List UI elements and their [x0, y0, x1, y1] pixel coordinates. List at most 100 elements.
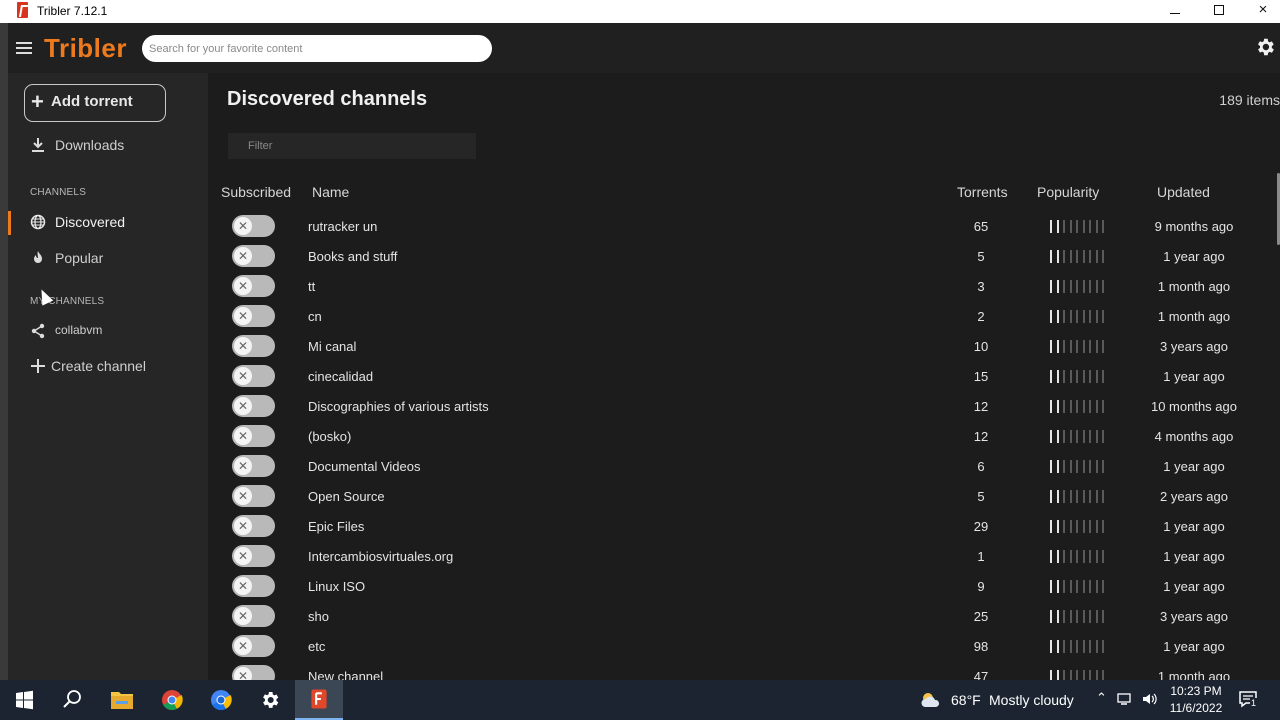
- add-torrent-button[interactable]: + Add torrent: [24, 84, 166, 122]
- maximize-button[interactable]: [1196, 0, 1242, 23]
- channel-name[interactable]: etc: [308, 639, 325, 654]
- table-row[interactable]: ✕ Books and stuff 5 1 year ago: [208, 242, 1278, 272]
- popularity-bar: [1050, 430, 1110, 444]
- channel-name[interactable]: Documental Videos: [308, 459, 421, 474]
- updated-time: 1 year ago: [1163, 639, 1225, 654]
- table-row[interactable]: ✕ Epic Files 29 1 year ago: [208, 512, 1278, 542]
- table-row[interactable]: ✕ Intercambiosvirtuales.org 1 1 year ago: [208, 542, 1278, 572]
- x-icon: ✕: [234, 517, 252, 535]
- column-header-torrents[interactable]: Torrents: [957, 184, 1008, 200]
- file-explorer-icon[interactable]: [98, 680, 146, 720]
- subscribe-toggle[interactable]: ✕: [232, 515, 275, 537]
- settings-gear-icon[interactable]: [246, 680, 294, 720]
- sidebar-item-label: Create channel: [51, 358, 146, 374]
- column-header-name[interactable]: Name: [312, 184, 349, 200]
- subscribe-toggle[interactable]: ✕: [232, 575, 275, 597]
- channel-name[interactable]: Mi canal: [308, 339, 356, 354]
- table-row[interactable]: ✕ cinecalidad 15 1 year ago: [208, 362, 1278, 392]
- channel-name[interactable]: cn: [308, 309, 322, 324]
- table-row[interactable]: ✕ cn 2 1 month ago: [208, 302, 1278, 332]
- chevron-up-icon[interactable]: ⌃: [1096, 690, 1107, 706]
- windows-start-icon[interactable]: [0, 680, 48, 720]
- plus-icon: [31, 359, 45, 373]
- subscribe-toggle[interactable]: ✕: [232, 635, 275, 657]
- window-titlebar: Tribler 7.12.1 ×: [0, 0, 1280, 23]
- torrent-count: 12: [973, 399, 989, 414]
- subscribe-toggle[interactable]: ✕: [232, 335, 275, 357]
- channel-name[interactable]: sho: [308, 609, 329, 624]
- torrent-count: 65: [973, 219, 989, 234]
- volume-icon[interactable]: [1141, 692, 1157, 706]
- x-icon: ✕: [234, 577, 252, 595]
- table-row[interactable]: ✕ Discographies of various artists 12 10 mo…: [208, 392, 1278, 422]
- channel-name[interactable]: Epic Files: [308, 519, 364, 534]
- column-header-popularity[interactable]: Popularity: [1037, 184, 1099, 200]
- channel-name[interactable]: Intercambiosvirtuales.org: [308, 549, 453, 564]
- search-input[interactable]: [142, 35, 492, 62]
- chrome-icon[interactable]: [197, 680, 245, 720]
- subscribe-toggle[interactable]: ✕: [232, 215, 275, 237]
- channel-name[interactable]: Discographies of various artists: [308, 399, 489, 414]
- hamburger-icon[interactable]: [16, 42, 32, 54]
- sidebar-item-label: Downloads: [55, 137, 125, 153]
- torrent-count: 3: [977, 279, 985, 294]
- table-row[interactable]: ✕ sho 25 3 years ago: [208, 602, 1278, 632]
- table-row[interactable]: ✕ tt 3 1 month ago: [208, 272, 1278, 302]
- table-row[interactable]: ✕ Mi canal 10 3 years ago: [208, 332, 1278, 362]
- channel-name[interactable]: Books and stuff: [308, 249, 397, 264]
- subscribe-toggle[interactable]: ✕: [232, 245, 275, 267]
- subscribe-toggle[interactable]: ✕: [232, 365, 275, 387]
- popularity-bar: [1050, 310, 1110, 324]
- filter-input[interactable]: [228, 133, 476, 159]
- subscribe-toggle[interactable]: ✕: [232, 455, 275, 477]
- subscribe-toggle[interactable]: ✕: [232, 485, 275, 507]
- channel-name[interactable]: Open Source: [308, 489, 385, 504]
- network-icon[interactable]: [1117, 692, 1133, 706]
- table-row[interactable]: ✕ Linux ISO 9 1 year ago: [208, 572, 1278, 602]
- share-icon: [31, 323, 45, 339]
- channel-name[interactable]: (bosko): [308, 429, 351, 444]
- minimize-button[interactable]: [1152, 0, 1198, 23]
- x-icon: ✕: [234, 397, 252, 415]
- subscribe-toggle[interactable]: ✕: [232, 395, 275, 417]
- channel-name[interactable]: rutracker un: [308, 219, 377, 234]
- tribler-taskbar-icon[interactable]: [295, 680, 343, 720]
- gear-icon[interactable]: [1254, 36, 1276, 58]
- clock[interactable]: 10:23 PM 11/6/2022: [1164, 683, 1228, 717]
- sidebar: + Add torrent Downloads CHANNELS Discove…: [8, 73, 208, 680]
- torrent-count: 5: [977, 249, 985, 264]
- channel-name[interactable]: cinecalidad: [308, 369, 373, 384]
- popularity-bar: [1050, 340, 1110, 354]
- maximize-icon: [1214, 5, 1224, 15]
- channel-name[interactable]: Linux ISO: [308, 579, 365, 594]
- subscribe-toggle[interactable]: ✕: [232, 305, 275, 327]
- close-button[interactable]: ×: [1240, 0, 1280, 23]
- column-header-updated[interactable]: Updated: [1157, 184, 1210, 200]
- column-header-subscribed[interactable]: Subscribed: [221, 184, 291, 200]
- tribler-logo: Tribler: [44, 33, 127, 63]
- clock-time: 10:23 PM: [1170, 684, 1222, 698]
- updated-time: 2 years ago: [1160, 489, 1228, 504]
- add-torrent-label: Add torrent: [51, 93, 133, 110]
- notification-icon[interactable]: 1: [1238, 689, 1258, 709]
- globe-icon: [30, 214, 46, 230]
- flame-icon: [34, 251, 42, 263]
- subscribe-toggle[interactable]: ✕: [232, 275, 275, 297]
- subscribe-toggle[interactable]: ✕: [232, 545, 275, 567]
- search-icon[interactable]: [48, 680, 96, 720]
- table-row[interactable]: ✕ etc 98 1 year ago: [208, 632, 1278, 662]
- notification-count: 1: [1250, 698, 1258, 708]
- torrent-count: 15: [973, 369, 989, 384]
- chrome-icon[interactable]: [148, 680, 196, 720]
- table-row[interactable]: ✕ (bosko) 12 4 months ago: [208, 422, 1278, 452]
- subscribe-toggle[interactable]: ✕: [232, 425, 275, 447]
- torrent-count: 1: [977, 549, 985, 564]
- torrent-count: 6: [977, 459, 985, 474]
- table-row[interactable]: ✕ rutracker un 65 9 months ago: [208, 212, 1278, 242]
- subscribe-toggle[interactable]: ✕: [232, 605, 275, 627]
- table-row[interactable]: ✕ Open Source 5 2 years ago: [208, 482, 1278, 512]
- app-header: Tribler: [8, 23, 1280, 73]
- updated-time: 3 years ago: [1160, 609, 1228, 624]
- table-row[interactable]: ✕ Documental Videos 6 1 year ago: [208, 452, 1278, 482]
- channel-name[interactable]: tt: [308, 279, 315, 294]
